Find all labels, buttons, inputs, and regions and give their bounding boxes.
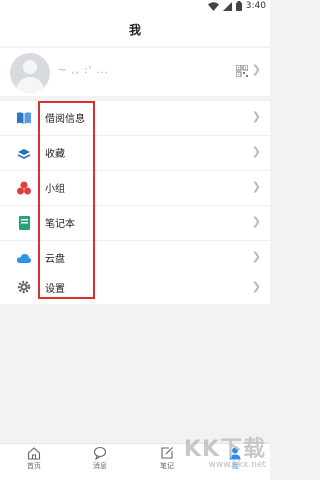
tab-label: 笔记 (160, 462, 174, 470)
tab-home[interactable]: 首页 (14, 446, 54, 471)
status-time: 3:40 (245, 1, 266, 11)
page-title: 我 (0, 14, 270, 46)
layers-icon (17, 149, 31, 159)
notebook-icon (19, 216, 30, 230)
menu-item-settings[interactable]: 设置 ❯ (0, 270, 270, 304)
cloud-icon (16, 253, 32, 263)
note-edit-icon (161, 447, 173, 459)
menu-item-borrow-info[interactable]: 借阅信息 ❯ (0, 101, 270, 136)
menu-item-label: 收藏 (45, 149, 65, 160)
battery-icon (235, 1, 242, 11)
tab-notes[interactable]: 笔记 (147, 446, 187, 471)
tab-label: 首页 (27, 462, 41, 470)
group-icon (17, 181, 31, 195)
signal-icon (222, 1, 232, 11)
settings-label: 设置 (45, 284, 65, 295)
menu-list: 借阅信息 ❯ 收藏 ❯ 小组 ❯ 笔记本 ❯ 云盘 ❯ (0, 101, 270, 276)
gear-icon (17, 280, 31, 294)
chevron-right-icon: ❯ (251, 215, 261, 228)
tab-label: 消息 (93, 462, 107, 470)
profile-card[interactable]: ~ ,, :' ... ❯ (0, 48, 270, 96)
watermark-logo: KK下载 (183, 437, 266, 462)
chevron-right-icon: ❯ (251, 63, 261, 76)
qr-code-icon[interactable] (236, 65, 248, 77)
home-icon (27, 447, 41, 460)
chevron-right-icon: ❯ (251, 180, 261, 193)
chevron-right-icon: ❯ (251, 250, 261, 263)
menu-item-label: 小组 (45, 184, 65, 195)
profile-username: ~ ,, :' ... (58, 65, 109, 76)
book-icon (17, 112, 31, 124)
menu-item-label: 借阅信息 (45, 114, 85, 125)
wifi-icon (207, 1, 219, 11)
menu-item-label: 笔记本 (45, 219, 75, 230)
menu-item-favorites[interactable]: 收藏 ❯ (0, 136, 270, 171)
status-bar: 3:40 (0, 0, 270, 14)
watermark: KK下载 www.kkx.net (184, 431, 266, 470)
menu-item-groups[interactable]: 小组 ❯ (0, 171, 270, 206)
avatar[interactable] (10, 53, 50, 93)
chevron-right-icon: ❯ (251, 280, 261, 293)
menu-item-notebook[interactable]: 笔记本 ❯ (0, 206, 270, 241)
chevron-right-icon: ❯ (251, 145, 261, 158)
chevron-right-icon: ❯ (251, 110, 261, 123)
menu-item-label: 云盘 (45, 254, 65, 265)
tab-messages[interactable]: 消息 (80, 446, 120, 471)
chat-icon (93, 446, 107, 460)
